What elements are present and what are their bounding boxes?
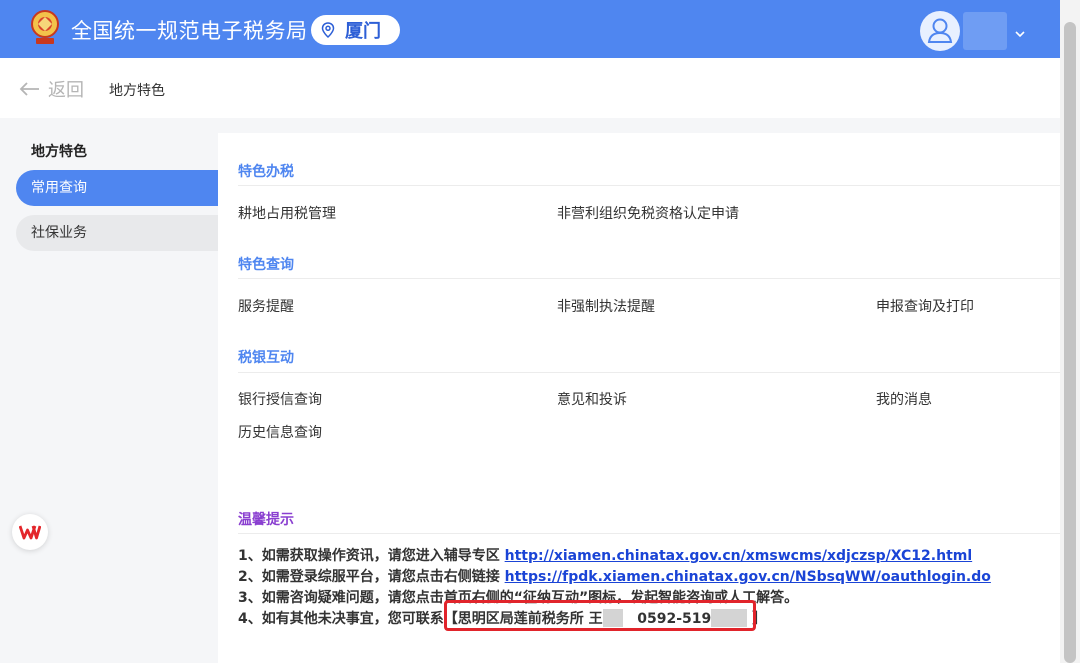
section-divider [238, 533, 1060, 534]
tip-line-1: 1、如需获取操作资讯，请您进入辅导专区 http://xiamen.chinat… [238, 548, 973, 564]
section-title-tax-bank: 税银互动 [238, 350, 294, 366]
breadcrumb: 返回 地方特色 [0, 58, 1060, 118]
contact-highlight-box [444, 600, 756, 631]
top-header: 全国统一规范电子税务局 厦门 [0, 0, 1060, 58]
section-divider [238, 185, 1060, 186]
arrow-left-icon [19, 82, 39, 96]
section-divider [238, 372, 1060, 373]
city-name: 厦门 [345, 21, 381, 42]
section-divider [238, 278, 1060, 279]
sidebar-heading: 地方特色 [31, 144, 87, 160]
link-service-reminder[interactable]: 服务提醒 [238, 296, 294, 316]
chevron-down-icon[interactable] [1014, 24, 1026, 38]
user-avatar-icon[interactable] [920, 11, 960, 51]
sidebar: 地方特色 常用查询 社保业务 [0, 133, 218, 663]
tip-line-2: 2、如需登录综服平台，请您点击右侧链接 https://fpdk.xiamen.… [238, 569, 991, 585]
user-name-masked[interactable] [963, 12, 1007, 50]
wps-icon[interactable] [12, 514, 48, 550]
link-non-enforcement-reminder[interactable]: 非强制执法提醒 [557, 296, 655, 316]
main-panel: 特色办税 耕地占用税管理 非营利组织免税资格认定申请 特色查询 服务提醒 非强制… [218, 133, 1060, 663]
tip-link-platform[interactable]: https://fpdk.xiamen.chinatax.gov.cn/NSbs… [505, 569, 991, 585]
link-my-messages[interactable]: 我的消息 [876, 389, 932, 409]
breadcrumb-current: 地方特色 [109, 83, 165, 99]
link-bank-credit-query[interactable]: 银行授信查询 [238, 389, 322, 409]
link-history-query[interactable]: 历史信息查询 [238, 422, 322, 442]
sidebar-item-social-security[interactable]: 社保业务 [16, 215, 218, 251]
section-title-special-query: 特色查询 [238, 257, 294, 273]
location-pin-icon [321, 22, 335, 39]
back-label: 返回 [48, 80, 84, 101]
link-feedback-complaint[interactable]: 意见和投诉 [557, 389, 627, 409]
tip-link-guide[interactable]: http://xiamen.chinatax.gov.cn/xmswcms/xd… [505, 548, 973, 564]
scrollbar-thumb[interactable] [1064, 22, 1076, 663]
link-declaration-print[interactable]: 申报查询及打印 [876, 296, 974, 316]
section-title-special-tax: 特色办税 [238, 164, 294, 180]
page: 全国统一规范电子税务局 厦门 返回 地方特色 地方特色 常用查询 社保业务 特色… [0, 0, 1080, 663]
tax-emblem-icon[interactable] [28, 9, 62, 47]
link-nonprofit-exemption[interactable]: 非营利组织免税资格认定申请 [557, 203, 739, 223]
tips-title: 温馨提示 [238, 512, 294, 528]
sidebar-item-common-query[interactable]: 常用查询 [16, 170, 218, 206]
link-farmland-tax[interactable]: 耕地占用税管理 [238, 203, 336, 223]
back-button[interactable]: 返回 [18, 76, 84, 102]
site-title: 全国统一规范电子税务局 [71, 19, 308, 43]
city-selector[interactable]: 厦门 [311, 15, 400, 45]
